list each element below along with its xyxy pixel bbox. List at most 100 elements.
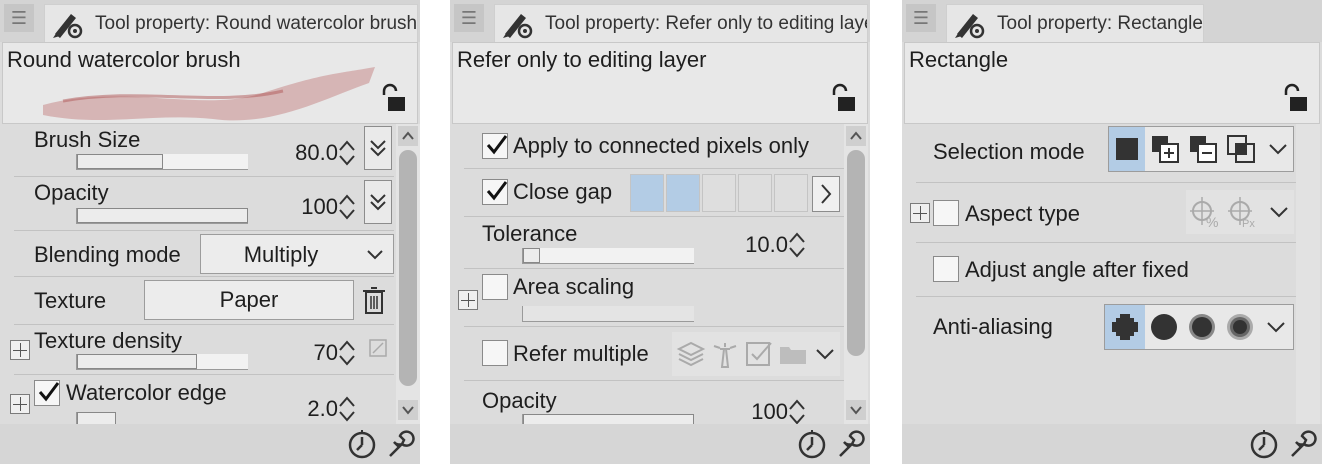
opacity-slider[interactable] xyxy=(76,208,248,224)
scroll-thumb[interactable] xyxy=(847,150,865,356)
selection-mode-selector[interactable] xyxy=(1108,126,1294,172)
scroll-down-icon[interactable] xyxy=(846,400,866,420)
up-down-spinner-icon[interactable] xyxy=(338,192,356,222)
subtool-name: Rectangle xyxy=(909,47,1009,72)
unlock-icon[interactable] xyxy=(381,83,407,113)
opacity-value[interactable]: 100 xyxy=(751,399,788,424)
property-list: Apply to connected pixels only Close gap… xyxy=(450,124,844,424)
timer-icon[interactable] xyxy=(346,428,378,460)
tab-title: Tool property: Round watercolor brush xyxy=(95,13,418,34)
tab-tool-property[interactable]: Tool property: Refer only to editing lay… xyxy=(494,4,868,43)
scroll-down-icon[interactable] xyxy=(398,400,418,420)
area-scaling-checkbox[interactable] xyxy=(482,274,508,300)
apply-connected-label: Apply to connected pixels only xyxy=(513,133,809,158)
panel-titlebar: ☰ Tool property: Rectangle xyxy=(902,0,1322,43)
svg-text:%: % xyxy=(1206,214,1218,229)
opacity-value[interactable]: 100 xyxy=(301,194,338,220)
watercolor-edge-checkbox[interactable] xyxy=(34,380,60,406)
texture-select-button[interactable]: Paper xyxy=(144,280,354,320)
tab-tool-property[interactable]: Tool property: Round watercolor brush xyxy=(44,4,418,43)
add-selection-option[interactable] xyxy=(1147,127,1183,171)
scrollbar[interactable] xyxy=(396,124,420,424)
menu-icon[interactable]: ☰ xyxy=(454,4,484,32)
tolerance-value[interactable]: 10.0 xyxy=(745,232,788,258)
timer-icon[interactable] xyxy=(1248,428,1280,460)
property-list: Brush Size 80.0 Opacity 100 Blending mod… xyxy=(0,124,394,424)
watercolor-edge-value[interactable]: 2.0 xyxy=(307,396,338,422)
intersect-selection-option[interactable] xyxy=(1223,127,1259,171)
refer-multiple-options[interactable] xyxy=(672,332,840,376)
anti-aliasing-weak-option[interactable] xyxy=(1145,305,1183,349)
up-down-spinner-icon[interactable] xyxy=(788,397,806,424)
close-gap-level-5[interactable] xyxy=(774,174,808,212)
menu-icon[interactable]: ☰ xyxy=(906,4,936,32)
close-gap-level-2[interactable] xyxy=(666,174,700,212)
wrench-icon[interactable] xyxy=(384,428,416,460)
brush-size-dynamics-button[interactable] xyxy=(364,126,392,170)
up-down-spinner-icon[interactable] xyxy=(338,394,356,424)
texture-density-slider[interactable] xyxy=(76,354,248,370)
add-selection-icon xyxy=(1152,136,1179,163)
chevron-down-icon[interactable] xyxy=(1265,316,1287,338)
square-fill-icon xyxy=(1116,138,1138,160)
aspect-type-checkbox[interactable] xyxy=(933,200,959,226)
opacity-dynamics-button[interactable] xyxy=(364,180,392,224)
tolerance-row: Tolerance 10.0 xyxy=(464,218,844,269)
subtool-name: Refer only to editing layer xyxy=(457,47,707,72)
close-gap-level-selector[interactable] xyxy=(630,174,808,212)
timer-icon[interactable] xyxy=(796,428,828,460)
area-scaling-slider[interactable] xyxy=(522,306,694,322)
unlock-icon[interactable] xyxy=(831,83,857,113)
menu-icon[interactable]: ☰ xyxy=(4,4,34,32)
scroll-up-icon[interactable] xyxy=(398,126,418,146)
opacity-row: Opacity 100 xyxy=(464,382,844,424)
tool-property-panel-fill: ☰ Tool property: Refer only to editing l… xyxy=(450,0,870,464)
refer-multiple-checkbox[interactable] xyxy=(482,340,508,366)
opacity-slider[interactable] xyxy=(522,414,694,424)
tolerance-slider[interactable] xyxy=(522,248,694,264)
close-gap-row: Close gap xyxy=(464,170,844,217)
subtract-selection-option[interactable] xyxy=(1185,127,1221,171)
new-selection-option[interactable] xyxy=(1109,127,1145,171)
unlock-icon[interactable] xyxy=(1283,83,1309,113)
aspect-type-options[interactable]: % Px xyxy=(1186,190,1294,234)
up-down-spinner-icon[interactable] xyxy=(338,138,356,168)
scrollbar[interactable] xyxy=(844,124,868,424)
expand-icon[interactable] xyxy=(910,203,930,223)
trash-icon[interactable] xyxy=(362,285,386,315)
close-gap-level-4[interactable] xyxy=(738,174,772,212)
tab-tool-property[interactable]: Tool property: Rectangle xyxy=(946,4,1204,43)
brush-size-slider[interactable] xyxy=(76,154,248,170)
chevron-down-icon xyxy=(816,349,834,360)
tolerance-label: Tolerance xyxy=(482,221,578,246)
watercolor-edge-slider[interactable] xyxy=(76,412,116,424)
panel-footer xyxy=(450,424,870,464)
adjust-angle-label: Adjust angle after fixed xyxy=(965,257,1189,282)
chevron-right-icon xyxy=(821,184,832,204)
wrench-icon[interactable] xyxy=(834,428,866,460)
close-gap-next-button[interactable] xyxy=(812,176,840,212)
close-gap-checkbox[interactable] xyxy=(482,179,508,205)
brush-size-value[interactable]: 80.0 xyxy=(295,140,338,166)
scroll-thumb[interactable] xyxy=(399,150,417,386)
close-gap-level-1[interactable] xyxy=(630,174,664,212)
up-down-spinner-icon[interactable] xyxy=(338,338,356,368)
chevron-down-icon[interactable] xyxy=(1267,138,1289,160)
expand-icon[interactable] xyxy=(10,394,30,414)
blending-mode-dropdown[interactable]: Multiply xyxy=(200,234,394,274)
expand-icon[interactable] xyxy=(10,340,30,360)
adjust-angle-checkbox[interactable] xyxy=(933,256,959,282)
anti-aliasing-medium-option[interactable] xyxy=(1183,305,1221,349)
anti-aliasing-none-option[interactable] xyxy=(1105,305,1145,349)
expand-icon[interactable] xyxy=(458,290,478,310)
apply-connected-checkbox[interactable] xyxy=(482,133,508,159)
anti-aliasing-strong-option[interactable] xyxy=(1221,305,1259,349)
texture-density-value[interactable]: 70 xyxy=(314,340,338,366)
anti-aliasing-selector[interactable] xyxy=(1104,304,1294,350)
wrench-icon[interactable] xyxy=(1286,428,1318,460)
close-gap-level-3[interactable] xyxy=(702,174,736,212)
texture-row: Texture Paper xyxy=(14,278,394,325)
panel-footer xyxy=(0,424,420,464)
scroll-up-icon[interactable] xyxy=(846,126,866,146)
up-down-spinner-icon[interactable] xyxy=(788,230,806,260)
